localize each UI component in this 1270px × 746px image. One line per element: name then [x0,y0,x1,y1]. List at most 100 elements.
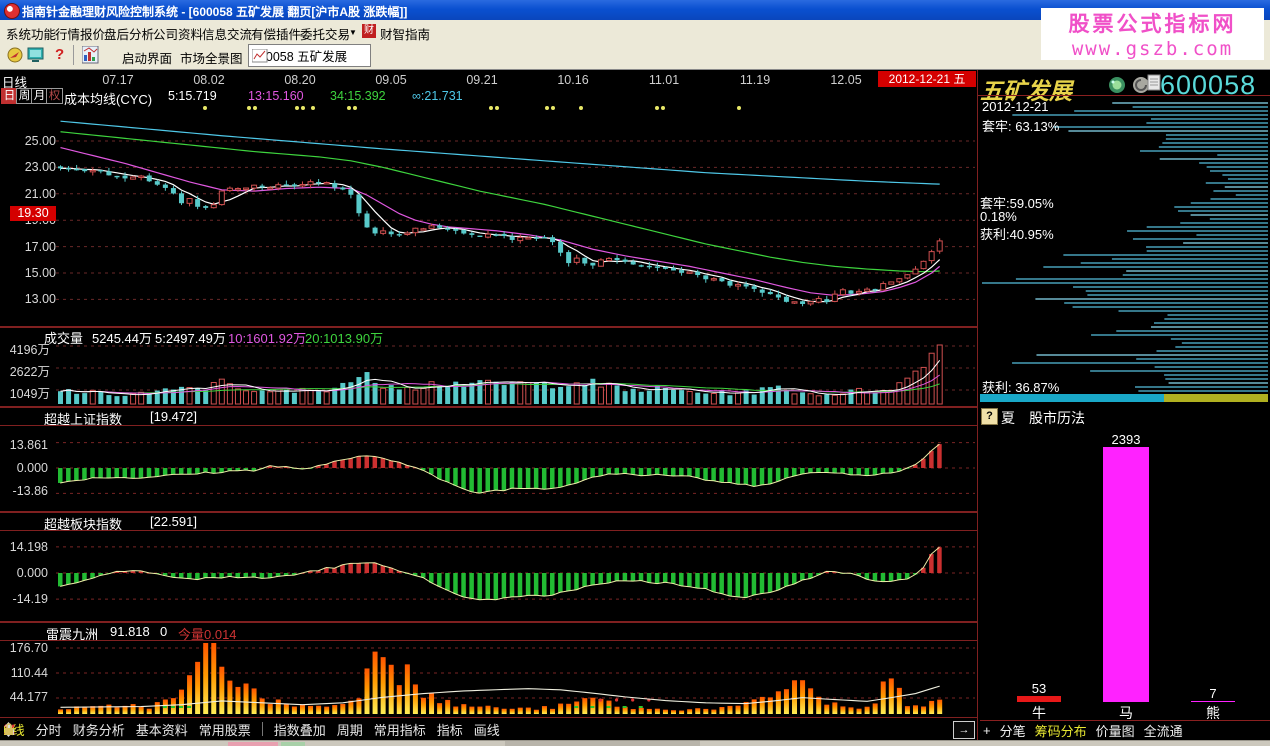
right-panel-tabs: + 分笔 筹码分布 价量图 全流通 [978,721,1270,740]
event-marker-dot [295,106,299,110]
legend-ma34: 34:15.392 [330,89,386,103]
watermark-line2: www.gszb.com [1071,38,1234,60]
application-window: 指南针金融理财风险控制系统 - [600058 五矿发展 翻页[沪市A股 涨跌幅… [0,0,1270,746]
volume-ma20: 20:1013.90万 [305,331,384,346]
watermark: 股票公式指标网 www.gszb.com [1041,8,1264,60]
tab-overlay[interactable]: 指数叠加 [274,720,326,739]
menu-system[interactable]: 系统功能 [6,24,56,43]
status-bar: K线 分时 财务分析 基本资料 常用股票 指数叠加 周期 常用指标 指标 画线 [0,718,980,740]
turtle-icon[interactable] [1108,76,1126,94]
toolbar-separator [73,45,74,65]
legend-ma5: 5:15.719 [168,89,217,103]
tab-basic[interactable]: 基本资料 [136,720,188,739]
stock-tab[interactable]: 600058 五矿发展 [248,44,371,67]
tab-price-volume[interactable]: 价量图 [1096,721,1135,740]
launch-button[interactable]: 启动界面 [122,48,172,67]
event-marker-dot [353,106,357,110]
date-axis: 07.17 08.02 08.20 09.05 09.21 10.16 11.0… [0,71,977,88]
sh-tick: 0.000 [16,461,48,475]
event-marker-dot [253,106,257,110]
cai-icon: 财 [362,24,376,38]
sector-excess-value: [22.591] [150,514,197,529]
tab-common-indicators[interactable]: 常用指标 [374,720,426,739]
chip-distribution-chart[interactable] [978,97,1270,393]
bear-value: 7 [1209,686,1217,701]
last-price-flag: 19.30 [10,206,56,221]
sh-tick: 13.861 [9,438,48,452]
profit-ratio-bar [1164,394,1268,402]
window-title: 指南针金融理财风险控制系统 - [600058 五矿发展 翻页[沪市A股 涨跌幅… [22,5,408,19]
season-label: 夏 [1001,410,1015,426]
event-marker-dot [203,106,207,110]
lz-v1: 91.818 [110,624,150,639]
main-candlestick-chart[interactable] [0,96,978,327]
compass-icon[interactable] [6,47,24,64]
date-tick: 08.02 [193,73,225,87]
menu-plugins[interactable]: 有偿插件 [251,24,301,43]
volume-tick: 2622万 [9,365,50,379]
lock-icon[interactable] [3,722,15,736]
legend-mainf: ∞:21.731 [412,89,463,103]
event-marker-dot [301,106,305,110]
taskbar-fragment [228,742,278,746]
taskbar-fragment [505,741,700,746]
lz-header: 雷震九洲 91.818 0 今量0.014 [0,624,977,642]
tab-finance[interactable]: 财务分析 [73,720,125,739]
event-marker-dot [655,106,659,110]
lz-chart[interactable] [0,641,978,717]
tab-full-float[interactable]: 全流通 [1144,721,1183,740]
menu-analysis[interactable]: 盘后分析 [104,24,154,43]
panel-separator [0,511,977,513]
calendar-title: 股市历法 [1029,410,1085,426]
menu-company[interactable]: 公司资料 [153,24,203,43]
monitor-icon[interactable] [27,47,44,63]
horse-value: 2393 [1111,432,1141,447]
plus-icon[interactable]: + [983,723,991,738]
tab-period[interactable]: 周期 [337,720,363,739]
chart-tool-icon[interactable] [82,46,99,64]
tab-chip-distribution[interactable]: 筹码分布 [1035,721,1087,740]
chevron-down-icon[interactable]: ▼ [349,28,357,37]
volume-chart[interactable] [0,344,978,405]
market-overview-button[interactable]: 市场全景图 [180,48,243,67]
legend-ma13: 13:15.160 [248,89,304,103]
volume-ma5: 5:2497.49万 [155,331,226,346]
lz-tick: 110.44 [10,666,48,680]
taskbar-fragment [281,742,305,746]
document-icon[interactable] [1147,74,1161,91]
profit-mid: 获利:40.95% [980,227,1054,242]
event-marker-dot [495,106,499,110]
volume-header: 成交量 5245.44万 5:2497.49万 10:1601.92万 20:1… [0,328,977,346]
bear-bar [1191,701,1235,702]
tab-stocks[interactable]: 常用股票 [199,720,251,739]
menu-info[interactable]: 信息交流 [202,24,252,43]
lz-v2: 0 [160,624,168,639]
next-page-button[interactable]: → [953,721,975,739]
event-marker-dot [545,106,549,110]
tab-fenbi[interactable]: 分笔 [1000,721,1026,740]
menu-caizhi[interactable]: 财智指南 [380,24,430,43]
tab-drawline[interactable]: 画线 [474,720,500,739]
sh-excess-chart[interactable] [0,426,978,511]
menu-quotes[interactable]: 行情报价 [55,24,105,43]
tab-fenshi[interactable]: 分时 [36,720,62,739]
date-tick: 08.20 [284,73,316,87]
current-date-flag: 2012-12-21 五 [878,71,976,87]
panel-separator [0,621,977,623]
date-tick: 10.16 [557,73,589,87]
date-tick: 12.05 [830,73,862,87]
sh-tick: -13.86 [12,484,48,498]
event-marker-dot [551,106,555,110]
help-icon[interactable]: ? [981,408,998,425]
date-tick: 07.17 [102,73,134,87]
menu-trade[interactable]: 委托交易 [300,24,350,43]
tab-indicator[interactable]: 指标 [437,720,463,739]
sh-excess-value: [19.472] [150,409,197,424]
main-legend-row: 日 周 月 权 成本均线(CYC) 5:15.719 13:15.160 34:… [0,88,977,107]
event-marker-dot [579,106,583,110]
event-marker-dot [347,106,351,110]
period-rights-button[interactable]: 权 [46,88,63,104]
sector-excess-chart[interactable] [0,531,978,621]
sector-excess-header: 超越板块指数 [22.591] [0,514,977,532]
help-icon[interactable]: ? [55,46,64,63]
